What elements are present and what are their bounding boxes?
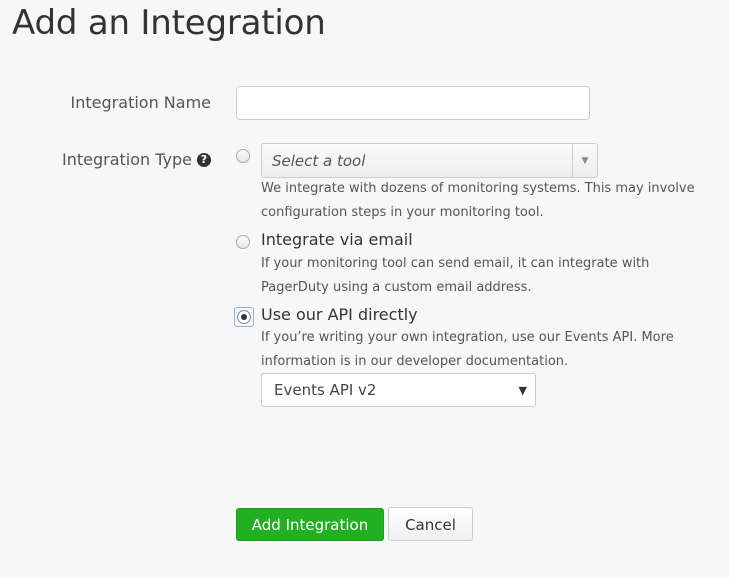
api-option-description: If you’re writing your own integration, … xyxy=(261,326,701,374)
api-version-select[interactable]: Events API v2 ▼ xyxy=(261,373,536,407)
radio-use-api[interactable] xyxy=(237,310,251,324)
api-description-line: If you’re writing your own integration, … xyxy=(261,330,674,345)
api-description-line: information is in our developer document… xyxy=(261,354,569,369)
api-version-selected: Events API v2 xyxy=(274,381,377,399)
integration-type-label: Integration Type xyxy=(62,150,192,169)
email-description-line: PagerDuty using a custom email address. xyxy=(261,280,532,295)
radio-select-tool[interactable] xyxy=(236,149,250,163)
email-description-line: If your monitoring tool can send email, … xyxy=(261,256,650,271)
radio-integrate-email[interactable] xyxy=(236,235,250,249)
caret-down-icon: ▼ xyxy=(518,383,527,397)
integration-name-label: Integration Name xyxy=(70,93,211,112)
tool-option-description: We integrate with dozens of monitoring s… xyxy=(261,177,701,225)
tool-select-placeholder: Select a tool xyxy=(272,151,366,170)
tool-description-line: We integrate with dozens of monitoring s… xyxy=(261,181,695,196)
question-circle-icon[interactable]: ? xyxy=(197,152,211,167)
integrate-email-label[interactable]: Integrate via email xyxy=(261,230,413,249)
tool-description-line: configuration steps in your monitoring t… xyxy=(261,205,544,220)
cancel-button[interactable]: Cancel xyxy=(388,507,473,541)
tool-select-dropdown[interactable]: Select a tool ▼ xyxy=(261,143,598,178)
integration-type-label-group: Integration Type ? xyxy=(62,150,211,169)
integration-name-input[interactable] xyxy=(236,86,590,120)
email-option-description: If your monitoring tool can send email, … xyxy=(261,252,701,300)
radio-api-focus-ring xyxy=(234,307,254,327)
caret-down-icon: ▼ xyxy=(572,144,597,177)
add-integration-button[interactable]: Add Integration xyxy=(236,508,384,541)
use-api-label[interactable]: Use our API directly xyxy=(261,305,418,324)
page-title: Add an Integration xyxy=(12,3,326,43)
